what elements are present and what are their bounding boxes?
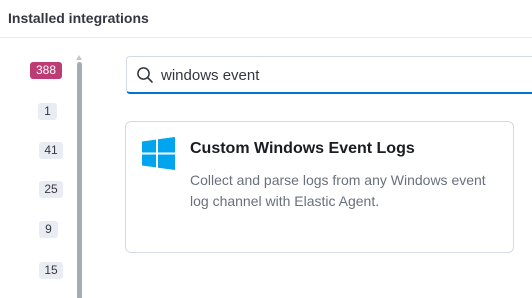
category-count-badge[interactable]: 1 <box>38 103 57 120</box>
sidebar-scrollbar[interactable] <box>77 62 82 298</box>
category-count-badge[interactable]: 15 <box>39 262 63 279</box>
search-icon <box>136 66 154 84</box>
category-count-badge[interactable]: 25 <box>39 181 63 198</box>
integration-card[interactable]: Custom Windows Event Logs Collect and pa… <box>125 121 514 253</box>
category-count-badge[interactable]: 388 <box>30 62 62 79</box>
search-field[interactable] <box>126 56 532 94</box>
integrations-page: Installed integrations 388 1 41 25 9 15 <box>0 0 532 298</box>
scroll-up-arrow-icon[interactable] <box>76 55 82 60</box>
category-count-badge[interactable]: 9 <box>39 221 58 238</box>
page-header: Installed integrations <box>0 0 532 38</box>
category-count-badge[interactable]: 41 <box>39 142 63 159</box>
search-input[interactable] <box>161 63 521 87</box>
windows-logo-icon <box>142 137 175 170</box>
integration-card-description: Collect and parse logs from any Windows … <box>190 172 486 209</box>
integration-card-title[interactable]: Custom Windows Event Logs <box>190 140 415 158</box>
page-title: Installed integrations <box>8 10 149 26</box>
